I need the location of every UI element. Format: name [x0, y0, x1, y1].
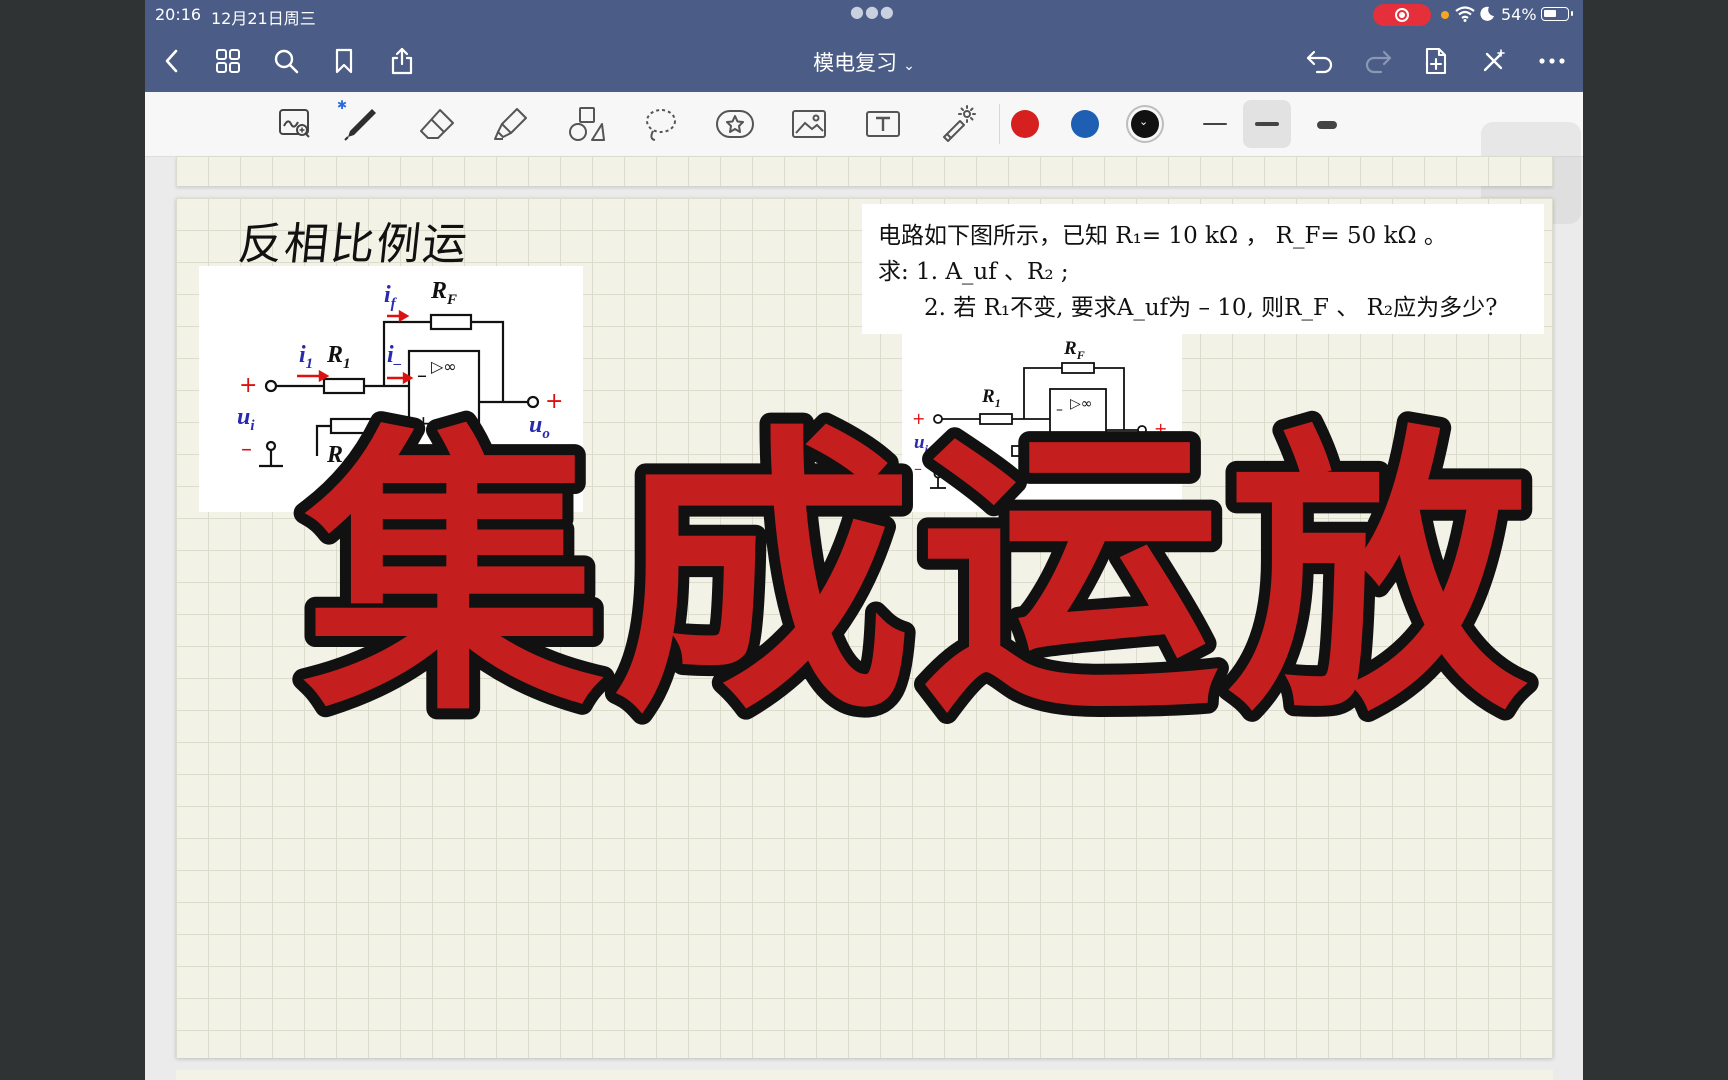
- chevron-down-icon: ⌄: [1139, 115, 1149, 128]
- rf-label: RF: [1063, 338, 1085, 362]
- handwritten-note: 反相比例运: [235, 219, 472, 270]
- rf-label: RF: [430, 278, 457, 308]
- image-icon[interactable]: [789, 104, 829, 144]
- zoom-window-icon[interactable]: [275, 104, 315, 144]
- redo-icon[interactable]: [1361, 44, 1395, 78]
- sticker-icon[interactable]: [715, 104, 755, 144]
- lasso-icon[interactable]: [641, 104, 681, 144]
- stroke-medium-option[interactable]: [1243, 100, 1291, 148]
- wifi-icon: [1455, 6, 1475, 22]
- if-label: if: [384, 282, 398, 312]
- more-icon[interactable]: [1535, 44, 1569, 78]
- video-title-overlay: 集成运放: [290, 391, 1539, 740]
- problem-line-2: 求: 1. A_uf 、R₂ ;: [878, 259, 1069, 285]
- i1-label: i1: [299, 342, 313, 372]
- status-date: 12月21日周三: [211, 9, 316, 28]
- stroke-thin-option[interactable]: [1191, 112, 1239, 160]
- mic-indicator-icon: [1441, 11, 1449, 19]
- problem-line-3: 2. 若 R₁不变, 要求A_uf为 – 10, 则R_F 、 R₂应为多少?: [924, 295, 1498, 321]
- drawing-toolbar: ✱ ⌄: [145, 92, 1583, 157]
- input-plus-sign: +: [239, 373, 257, 398]
- color-black-swatch[interactable]: ⌄: [1131, 110, 1159, 138]
- color-red-swatch[interactable]: [1011, 110, 1039, 138]
- i-minus-label: i–: [387, 342, 402, 372]
- highlighter-icon[interactable]: [491, 104, 531, 144]
- screen-recording-icon[interactable]: [1373, 4, 1431, 26]
- close-pen-mode-icon[interactable]: [1477, 44, 1511, 78]
- add-page-icon[interactable]: [1419, 44, 1453, 78]
- shapes-icon[interactable]: [567, 104, 607, 144]
- multitasking-dots-icon[interactable]: ●●●: [850, 2, 895, 21]
- pen-tool-icon[interactable]: [341, 104, 381, 144]
- ipad-screen: 20:16 12月21日周三 ●●● 54% 模电复习 ⌄ ✱ ⌄ 反相比例运 …: [145, 0, 1583, 1080]
- overlay-title-text: 集成运放: [299, 402, 1536, 740]
- focus-moon-icon: [1480, 6, 1494, 21]
- problem-line-1: 电路如下图所示，已知 R₁= 10 kΩ ， R_F= 50 kΩ 。: [878, 223, 1447, 249]
- toolbar-divider: [999, 104, 1000, 144]
- text-box-icon[interactable]: [863, 104, 903, 144]
- status-bar: 20:16 12月21日周三 ●●● 54%: [145, 0, 1583, 30]
- navigation-bar: 模电复习 ⌄: [145, 30, 1583, 92]
- eraser-icon[interactable]: [417, 104, 457, 144]
- previous-page: [176, 156, 1553, 186]
- status-time: 20:16: [155, 5, 202, 24]
- next-page: [176, 1070, 1553, 1080]
- battery-icon: [1541, 7, 1573, 21]
- input-minus-sign: –: [241, 437, 252, 462]
- color-blue-swatch[interactable]: [1071, 110, 1099, 138]
- ui-label: ui: [237, 404, 255, 434]
- stroke-thick-option[interactable]: [1303, 112, 1351, 160]
- chevron-down-icon: ⌄: [903, 58, 915, 74]
- laser-pointer-icon[interactable]: [937, 104, 977, 144]
- document-title-text: 模电复习: [813, 51, 898, 75]
- op-amp-symbol: ▷∞: [431, 357, 457, 376]
- undo-icon[interactable]: [1303, 44, 1337, 78]
- battery-percentage: 54%: [1501, 5, 1537, 24]
- r1-label: R1: [326, 342, 351, 372]
- problem-statement: 电路如下图所示，已知 R₁= 10 kΩ ， R_F= 50 kΩ 。 求: 1…: [862, 204, 1544, 334]
